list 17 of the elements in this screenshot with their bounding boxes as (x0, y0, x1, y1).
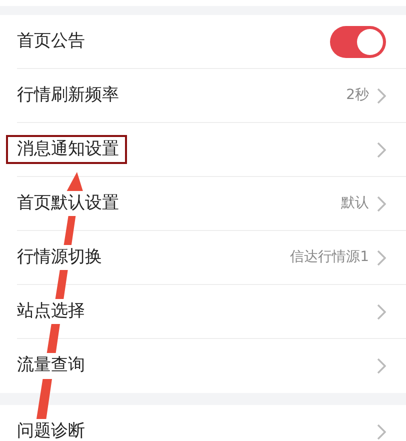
setting-label: 首页默认设置 (17, 190, 119, 216)
chevron-icon (377, 358, 386, 374)
setting-value: 信达行情源1 (290, 248, 369, 267)
setting-label: 问题诊断 (17, 419, 85, 441)
chevron-icon (377, 142, 386, 158)
setting-label: 流量查询 (17, 353, 85, 379)
chevron-icon (377, 88, 386, 104)
setting-label: 消息通知设置 (8, 136, 125, 162)
chevron-icon (377, 250, 386, 266)
chevron-icon (377, 304, 386, 320)
toggle-switch[interactable] (330, 26, 386, 58)
setting-value: 默认 (341, 194, 369, 213)
chevron-icon (377, 424, 386, 440)
setting-label: 行情源切换 (17, 244, 102, 270)
setting-value: 2秒 (346, 86, 369, 105)
chevron-icon (377, 196, 386, 212)
setting-label: 站点选择 (17, 298, 85, 324)
